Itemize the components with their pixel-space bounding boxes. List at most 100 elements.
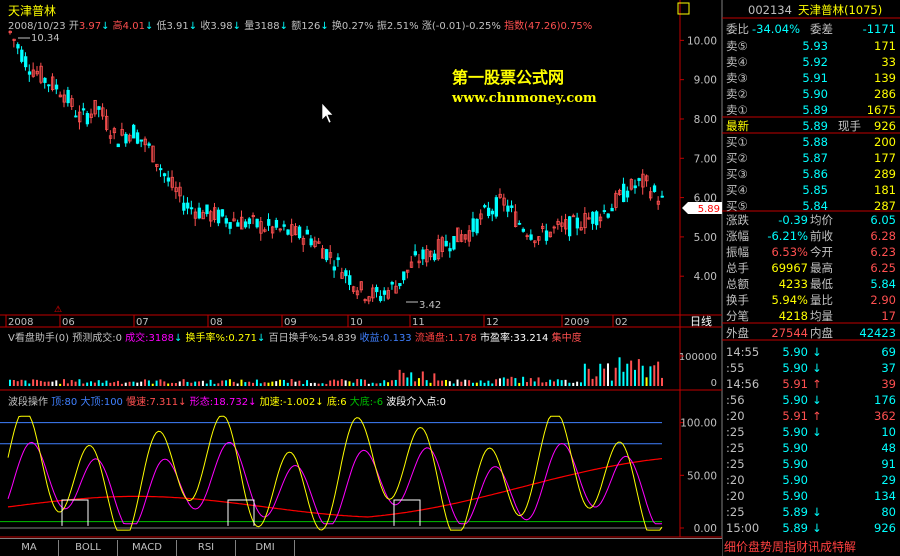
volume-bar: [429, 382, 432, 386]
tick-arrow: ↓: [812, 361, 822, 375]
candle-body: [521, 228, 526, 232]
volume-bar: [28, 383, 31, 386]
candle-body: [568, 216, 572, 237]
wave-tick-label: 50.00: [687, 470, 717, 482]
tick-volume: 48: [881, 441, 896, 455]
stat-value: 17: [881, 309, 896, 323]
volume-bar: [398, 369, 401, 386]
quote-line: 2008/10/23 开3.97↓ 高4.01↓ 低3.91↓ 收3.98↓ 量…: [8, 21, 593, 32]
ask-price: 5.93: [802, 39, 828, 53]
tick-row: :25 5.90 ↓ 10: [724, 424, 900, 441]
volume-bar: [506, 378, 509, 386]
volume-bar: [417, 378, 420, 386]
volume-bar: [348, 381, 351, 386]
volume-bar: [394, 379, 397, 386]
candle-body: [305, 229, 309, 235]
time-label: 12: [486, 317, 499, 328]
volume-bar: [444, 379, 447, 386]
volume-bar: [390, 380, 393, 386]
candle-body: [124, 133, 128, 144]
stat-value: -6.21%: [767, 229, 808, 243]
volume-bar: [556, 379, 559, 386]
volume-bar: [325, 383, 328, 386]
volume-bar: [9, 379, 11, 386]
volume-bar: [236, 383, 239, 386]
ask-label: 卖②: [726, 87, 748, 101]
candle-body: [544, 230, 549, 241]
volume-bar: [363, 379, 366, 386]
price-tick-label: 5.00: [694, 232, 717, 244]
candle-body: [622, 183, 626, 203]
candle-body: [205, 204, 209, 215]
volume-tick-label: 100000: [679, 352, 717, 363]
quote-close: 3.98: [210, 21, 233, 32]
tick-price: 5.91: [782, 377, 808, 391]
volume-bar: [163, 381, 166, 386]
stat-label: 量比: [810, 293, 833, 307]
volume-bar: [618, 357, 621, 386]
time-label: 08: [210, 317, 223, 328]
volume-bar: [140, 381, 143, 386]
volume-bar: [360, 379, 363, 386]
volume-bar: [460, 381, 463, 386]
price-tick-label: 8.00: [694, 114, 717, 126]
tab-macd[interactable]: MACD: [118, 540, 177, 556]
stat-value: 6.23: [870, 245, 896, 259]
volume-bar: [248, 381, 251, 386]
volume-bar: [491, 383, 494, 386]
volume-bar: [329, 380, 332, 386]
volume-bar: [630, 360, 633, 386]
volume-bar: [657, 361, 660, 386]
tab-dmi[interactable]: DMI: [236, 540, 295, 556]
tick-volume: 926: [874, 521, 896, 535]
scrolling-menu-text[interactable]: 细价盘势周指财讯成特解: [724, 538, 900, 556]
bid-price: 5.85: [802, 183, 828, 197]
candle-body: [166, 177, 171, 182]
candle-body: [197, 207, 201, 219]
volume-bar: [51, 381, 54, 386]
tick-time: :55: [726, 361, 745, 375]
indicator-tabs: MA BOLL MACD RSI DMI: [0, 538, 722, 556]
tick-arrow: ↑: [812, 409, 822, 423]
ask-row: 卖① 5.89 1675: [724, 102, 900, 119]
volume-bar: [549, 379, 552, 386]
latest-hand: 926: [874, 119, 896, 133]
volume-bar: [371, 382, 374, 386]
time-label: 02: [615, 317, 628, 328]
volume-bar: [167, 383, 170, 386]
volume-bar: [653, 365, 656, 386]
stock-name: 天津普林(1075): [798, 3, 883, 17]
stat-row: 总额 4233 最低 5.84: [724, 276, 900, 293]
tab-ma[interactable]: MA: [0, 540, 59, 556]
price-tick-label: 7.00: [694, 153, 717, 165]
volume-bar: [113, 382, 116, 386]
volume-bar: [402, 372, 405, 386]
volume-bar: [498, 378, 501, 386]
volume-bar: [437, 380, 440, 386]
stat-value: 6.25: [870, 261, 896, 275]
volume-bar: [132, 381, 135, 386]
volume-bar: [522, 376, 525, 386]
stat-label: 涨跌: [726, 213, 749, 227]
stock-code: 002134: [748, 3, 792, 17]
tab-boll[interactable]: BOLL: [59, 540, 118, 556]
candle-body: [309, 238, 313, 246]
volume-bar: [560, 380, 563, 386]
stat-value: 2.90: [870, 293, 896, 307]
stat-value: 6.05: [870, 213, 896, 227]
candle-body: [637, 178, 641, 181]
candle-body: [421, 249, 425, 260]
volume-bar: [302, 383, 305, 386]
outer-volume: 27544: [771, 326, 808, 340]
candle-body: [444, 240, 448, 247]
tab-rsi[interactable]: RSI: [177, 540, 236, 556]
volume-bar: [471, 382, 474, 386]
volume-bar: [86, 382, 89, 386]
candle-body: [20, 49, 24, 62]
stat-value: 6.28: [870, 229, 896, 243]
volume-bar: [317, 383, 320, 386]
volume-bar: [78, 379, 81, 386]
order-ratio-row: 委比 -34.04% 委差 -1171: [726, 22, 896, 36]
volume-bar: [579, 382, 582, 386]
volume-bar: [633, 369, 636, 386]
